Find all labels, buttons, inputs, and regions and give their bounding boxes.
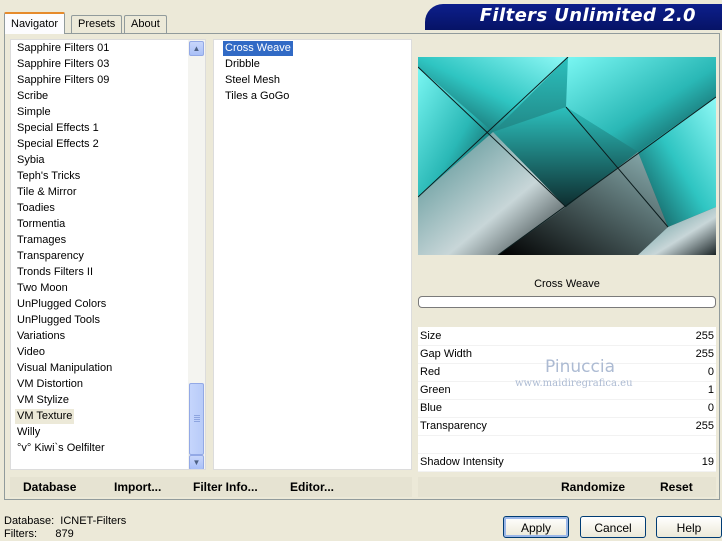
scroll-down-button[interactable]: ▼ — [189, 455, 204, 469]
preview-filter-name: Cross Weave — [418, 275, 716, 293]
scroll-up-button[interactable]: ▲ — [189, 41, 204, 56]
tab-about[interactable]: About — [124, 15, 167, 33]
param-row[interactable] — [418, 435, 716, 454]
param-value[interactable]: 255 — [696, 345, 714, 363]
parameter-list: Size 255 Gap Width 255 Red 0 Green 1 Blue 0 Transp… — [418, 327, 716, 472]
help-button[interactable]: Help — [656, 516, 722, 538]
progress-bar — [418, 296, 716, 308]
param-row[interactable]: Blue 0 — [418, 399, 716, 418]
category-item[interactable]: Tronds Filters II — [15, 265, 95, 280]
category-scrollbar[interactable]: ▲ ▼ — [188, 40, 205, 469]
category-item[interactable]: Special Effects 1 — [15, 121, 101, 136]
database-link[interactable]: Database — [23, 477, 76, 497]
param-value[interactable]: 19 — [702, 453, 714, 471]
tab-navigator[interactable]: Navigator — [4, 12, 66, 34]
filter-item[interactable]: Steel Mesh — [223, 73, 282, 88]
category-item[interactable]: Variations — [15, 329, 67, 344]
category-item[interactable]: Tile & Mirror — [15, 185, 78, 200]
filter-item[interactable]: Dribble — [223, 57, 262, 72]
category-item[interactable]: Sapphire Filters 09 — [15, 73, 111, 88]
param-row[interactable]: Shadow Intensity 19 — [418, 453, 716, 472]
category-item[interactable]: Scribe — [15, 89, 50, 104]
param-value[interactable]: 1 — [708, 381, 714, 399]
left-link-bar: Database Import... Filter Info... Editor… — [10, 477, 412, 497]
cancel-button[interactable]: Cancel — [580, 516, 646, 538]
import-link[interactable]: Import... — [114, 477, 161, 497]
param-value[interactable]: 0 — [708, 399, 714, 417]
param-row[interactable]: Transparency 255 — [418, 417, 716, 436]
randomize-link[interactable]: Randomize — [561, 477, 625, 497]
param-value[interactable]: 255 — [696, 417, 714, 435]
category-item[interactable]: VM Distortion — [15, 377, 85, 392]
category-item[interactable]: UnPlugged Tools — [15, 313, 102, 328]
watermark-name: Pinuccia — [545, 357, 615, 377]
chevron-up-icon: ▲ — [192, 44, 201, 53]
category-list[interactable]: ▲ ▼ Sapphire Filters 01 Sapphire Filters … — [10, 39, 206, 470]
category-item[interactable]: Simple — [15, 105, 53, 120]
category-item[interactable]: Teph's Tricks — [15, 169, 82, 184]
right-link-bar: Randomize Reset — [418, 477, 716, 497]
category-item[interactable]: Two Moon — [15, 281, 70, 296]
param-value[interactable]: 0 — [708, 363, 714, 381]
category-item[interactable]: VM Texture — [15, 409, 75, 424]
param-name: Red — [420, 366, 441, 378]
title-banner: Filters Unlimited 2.0 — [425, 4, 722, 30]
filter-item[interactable]: Cross Weave — [223, 41, 293, 56]
status-filters: Filters: 879 — [4, 528, 74, 540]
param-name: Transparency — [420, 420, 487, 432]
category-item[interactable]: VM Stylize — [15, 393, 71, 408]
status-database: Database: ICNET-Filters — [4, 515, 127, 527]
param-name: Blue — [420, 402, 443, 414]
filter-info-link[interactable]: Filter Info... — [193, 477, 258, 497]
param-name: Gap Width — [420, 348, 472, 360]
category-item[interactable]: Sapphire Filters 01 — [15, 41, 111, 56]
param-row[interactable]: Size 255 — [418, 327, 716, 346]
category-item[interactable]: Visual Manipulation — [15, 361, 114, 376]
category-item[interactable]: °v° Kiwi`s Oelfilter — [15, 441, 107, 456]
filter-list[interactable]: Cross Weave Dribble Steel Mesh Tiles a GoGo — [213, 39, 412, 470]
category-item[interactable]: Video — [15, 345, 47, 360]
category-item[interactable]: UnPlugged Colors — [15, 297, 108, 312]
filter-item[interactable]: Tiles a GoGo — [223, 89, 291, 104]
editor-link[interactable]: Editor... — [290, 477, 334, 497]
tab-presets[interactable]: Presets — [71, 15, 123, 33]
preview-image — [418, 57, 716, 255]
param-value[interactable]: 255 — [696, 327, 714, 345]
category-item[interactable]: Special Effects 2 — [15, 137, 101, 152]
reset-link[interactable]: Reset — [660, 477, 693, 497]
param-name: Size — [420, 330, 442, 342]
category-item[interactable]: Sapphire Filters 03 — [15, 57, 111, 72]
category-item[interactable]: Willy — [15, 425, 42, 440]
category-item[interactable]: Tramages — [15, 233, 68, 248]
app-title: Filters Unlimited 2.0 — [479, 5, 696, 26]
watermark-url: www.maidiregrafica.eu — [515, 378, 633, 389]
category-item[interactable]: Sybia — [15, 153, 47, 168]
apply-button[interactable]: Apply — [503, 516, 569, 538]
category-item[interactable]: Tormentia — [15, 217, 67, 232]
param-name: Shadow Intensity — [420, 456, 504, 468]
filters-count: 879 — [55, 528, 74, 540]
category-item[interactable]: Transparency — [15, 249, 86, 264]
param-name: Green — [420, 384, 451, 396]
category-item[interactable]: Toadies — [15, 201, 57, 216]
database-value: ICNET-Filters — [60, 515, 127, 527]
scroll-thumb[interactable] — [189, 383, 204, 455]
chevron-down-icon: ▼ — [192, 458, 201, 467]
